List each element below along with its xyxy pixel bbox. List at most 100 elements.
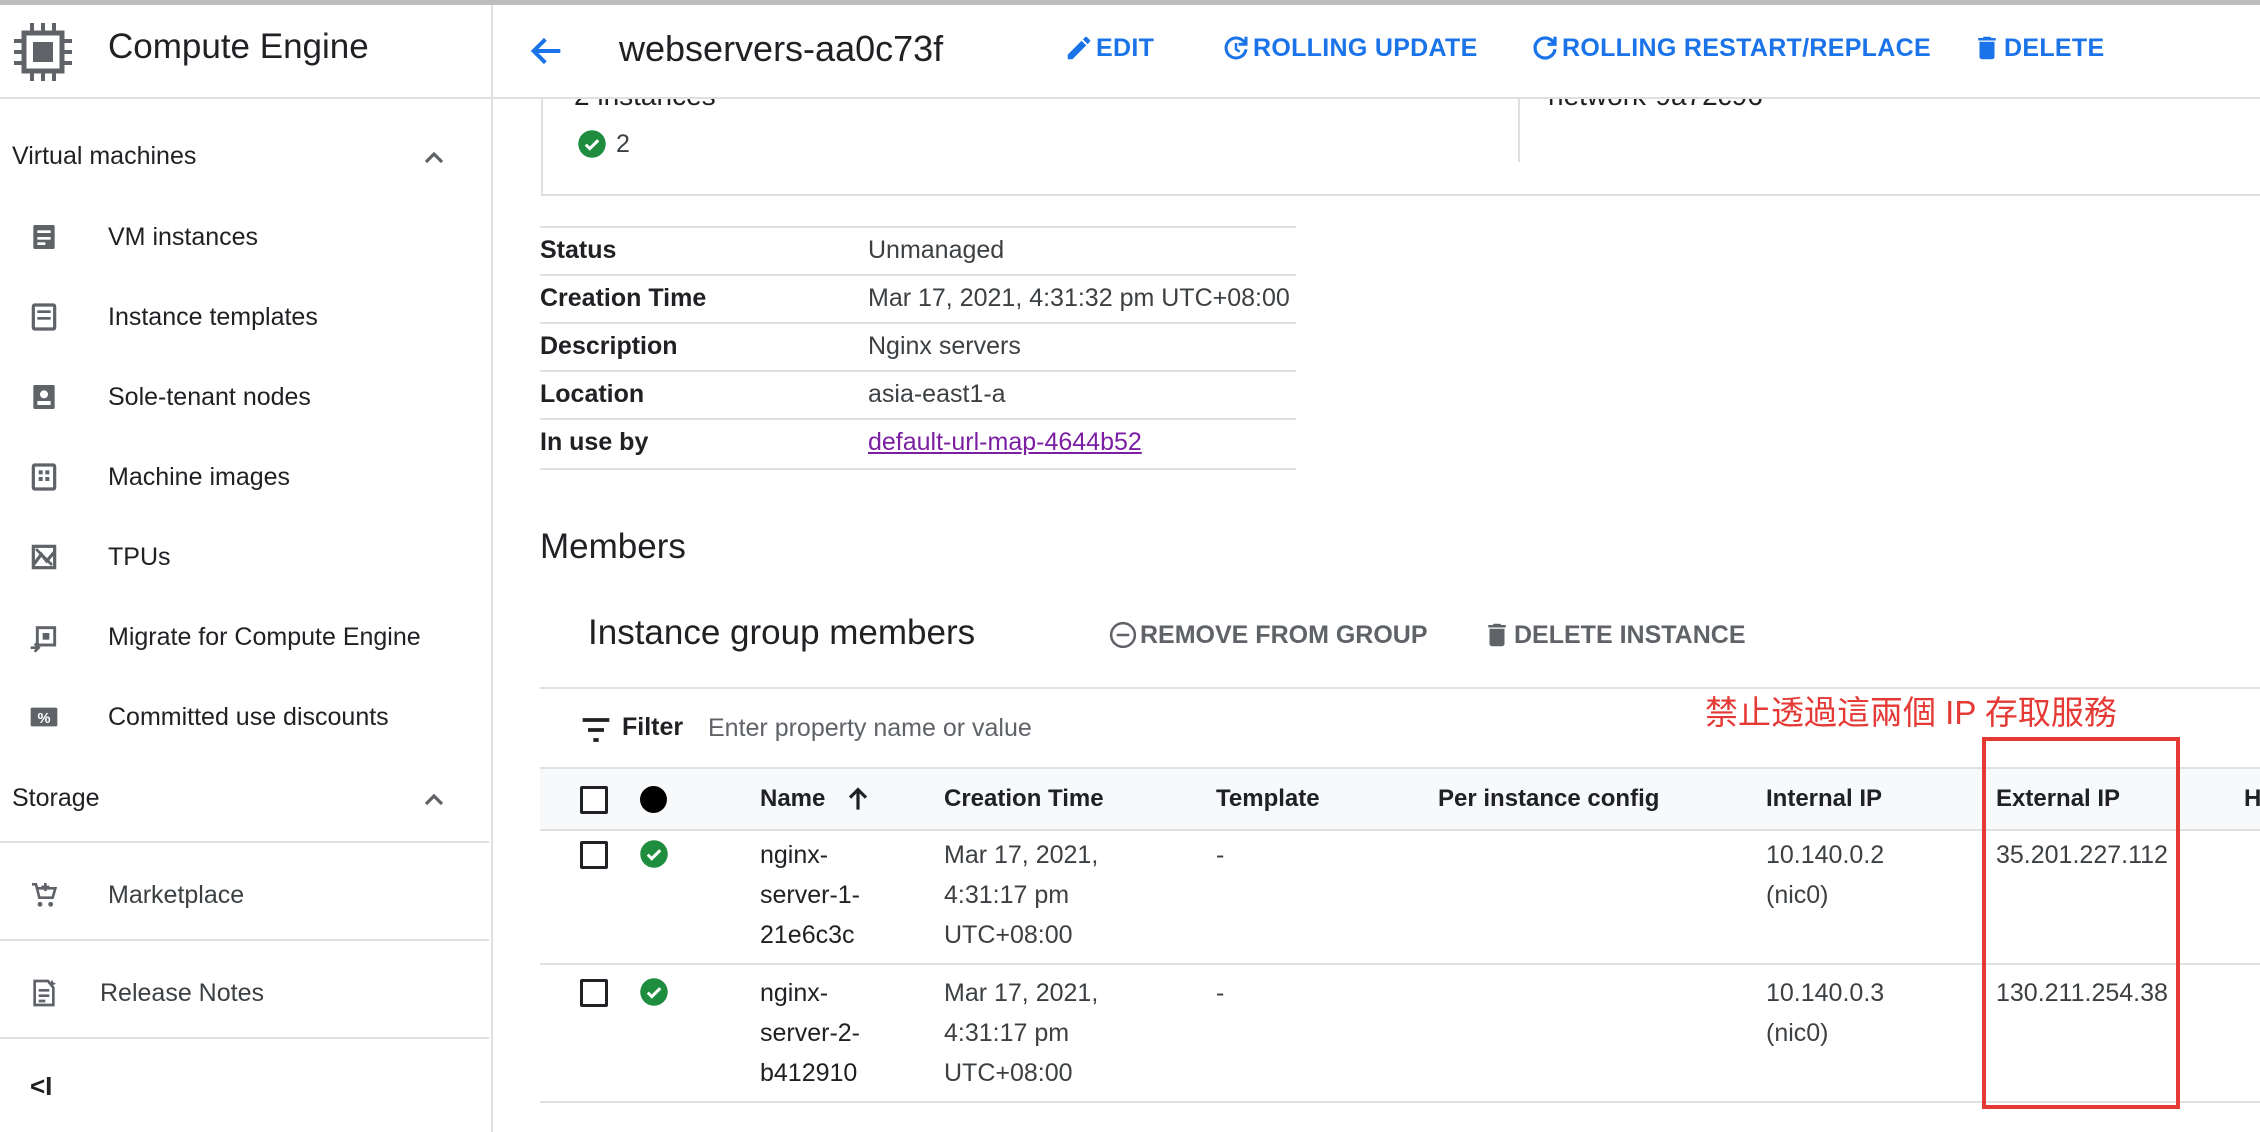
refresh-icon	[1533, 36, 1557, 60]
section-storage[interactable]: Storage	[12, 784, 100, 813]
delete-button[interactable]: DELETE	[1972, 33, 2104, 63]
sidebar-item-label: Marketplace	[108, 881, 245, 909]
remove-from-group-label: REMOVE FROM GROUP	[1140, 620, 1428, 649]
filter-label: Filter	[622, 713, 684, 741]
detail-row-in-use-by: In use by default-url-map-4644b52	[540, 418, 1296, 470]
column-header-name[interactable]: Name	[760, 785, 825, 813]
row-checkbox[interactable]	[580, 841, 608, 869]
sidebar-item-sole-tenant-nodes[interactable]: Sole-tenant nodes	[0, 367, 489, 427]
vm-instances-icon	[33, 225, 55, 249]
filter-input[interactable]	[706, 705, 1410, 751]
sidebar-item-vm-instances[interactable]: VM instances	[0, 207, 489, 267]
divider	[0, 841, 489, 843]
healthy-count: 2	[616, 130, 630, 158]
sidebar-item-committed-use-discounts[interactable]: % Committed use discounts	[0, 687, 489, 747]
sidebar-item-machine-images[interactable]: Machine images	[0, 447, 489, 507]
sidebar-item-label: TPUs	[108, 543, 171, 571]
sidebar: Compute Engine Virtual machines VM insta…	[0, 5, 493, 1132]
detail-value: Mar 17, 2021, 4:31:32 pm UTC+08:00	[868, 284, 1290, 312]
instance-name-link[interactable]: nginx- server-2- b412910	[760, 973, 860, 1093]
sidebar-item-label: Migrate for Compute Engine	[108, 623, 421, 651]
page-title: webservers-aa0c73f	[619, 28, 944, 69]
sidebar-item-label: VM instances	[108, 223, 259, 251]
chevron-up-icon[interactable]	[418, 142, 450, 174]
url-map-link[interactable]: default-url-map-4644b52	[868, 428, 1142, 457]
sidebar-item-label: Release Notes	[100, 979, 264, 1007]
filter-icon	[582, 718, 610, 742]
remove-from-group-button[interactable]: REMOVE FROM GROUP	[1108, 620, 1428, 650]
internal-ip: 10.140.0.3 (nic0)	[1766, 979, 1885, 1047]
detail-row-location: Location asia-east1-a	[540, 370, 1296, 420]
collapse-sidebar-button[interactable]: <I	[30, 1071, 52, 1102]
members-heading: Members	[540, 527, 686, 566]
detail-row-creation-time: Creation Time Mar 17, 2021, 4:31:32 pm U…	[540, 274, 1296, 324]
delete-label: DELETE	[2004, 33, 2105, 62]
sidebar-item-label: Instance templates	[108, 303, 318, 331]
edit-label: EDIT	[1096, 33, 1155, 62]
detail-key: Status	[540, 236, 617, 264]
sidebar-item-label: Committed use discounts	[108, 703, 389, 731]
detail-key: Location	[540, 380, 645, 408]
annotation-highlight-box	[1982, 737, 2180, 1109]
sidebar-item-label: Machine images	[108, 463, 291, 491]
tpu-icon	[31, 544, 57, 570]
sidebar-item-migrate[interactable]: Migrate for Compute Engine	[0, 607, 489, 667]
status-column-icon	[640, 786, 667, 813]
template: -	[1216, 841, 1225, 869]
chevron-up-icon[interactable]	[418, 784, 450, 816]
annotation-text: 禁止透過這兩個 IP 存取服務	[1705, 694, 2117, 731]
detail-row-description: Description Nginx servers	[540, 322, 1296, 372]
divider	[0, 939, 489, 941]
column-header-per-instance-config[interactable]: Per instance config	[1438, 785, 1659, 813]
sort-ascending-icon[interactable]	[842, 783, 874, 815]
check-circle-icon	[640, 840, 668, 868]
divider	[0, 1037, 489, 1039]
sidebar-item-instance-templates[interactable]: Instance templates	[0, 287, 489, 347]
trash-icon	[1488, 623, 1506, 647]
machine-images-icon	[31, 463, 57, 491]
detail-value: Unmanaged	[868, 236, 1005, 264]
migrate-icon	[30, 626, 57, 653]
sidebar-item-marketplace[interactable]: Marketplace	[0, 865, 489, 925]
column-header-creation-time[interactable]: Creation Time	[944, 785, 1104, 813]
instance-name-link[interactable]: nginx- server-1- 21e6c3c	[760, 835, 860, 955]
rolling-restart-button[interactable]: ROLLING RESTART/REPLACE	[1530, 33, 1931, 63]
delete-instance-button[interactable]: DELETE INSTANCE	[1482, 620, 1746, 650]
release-notes-icon	[33, 979, 56, 1007]
instance-group-members-title: Instance group members	[588, 613, 976, 652]
creation-time: Mar 17, 2021, 4:31:17 pm UTC+08:00	[944, 979, 1099, 1087]
remove-circle-icon	[1109, 621, 1137, 649]
creation-time: Mar 17, 2021, 4:31:17 pm UTC+08:00	[944, 841, 1099, 949]
template: -	[1216, 979, 1225, 1007]
discount-icon: %	[30, 707, 58, 727]
back-arrow-icon[interactable]	[527, 31, 567, 71]
detail-key: In use by	[540, 428, 649, 456]
sidebar-item-tpus[interactable]: TPUs	[0, 527, 489, 587]
sidebar-item-label: Sole-tenant nodes	[108, 383, 311, 411]
header-bar: webservers-aa0c73f EDIT ROLLING UPDATE R…	[493, 5, 2260, 99]
detail-value: Nginx servers	[868, 332, 1021, 360]
cart-icon	[32, 883, 58, 907]
svg-text:%: %	[37, 711, 50, 727]
detail-key: Creation Time	[540, 284, 707, 312]
select-all-checkbox[interactable]	[580, 786, 608, 814]
sole-tenant-icon	[33, 385, 55, 409]
sidebar-item-release-notes[interactable]: Release Notes	[0, 963, 489, 1023]
rolling-update-button[interactable]: ROLLING UPDATE	[1221, 33, 1478, 63]
app-title: Compute Engine	[108, 27, 369, 66]
refresh-clock-icon	[1224, 36, 1248, 60]
check-circle-icon	[640, 978, 668, 1006]
section-virtual-machines[interactable]: Virtual machines	[12, 142, 196, 171]
column-header-template[interactable]: Template	[1216, 785, 1320, 813]
trash-icon	[1978, 36, 1996, 60]
detail-row-status: Status Unmanaged	[540, 226, 1296, 276]
row-checkbox[interactable]	[580, 979, 608, 1007]
delete-instance-label: DELETE INSTANCE	[1514, 620, 1746, 649]
pencil-icon	[1067, 36, 1091, 60]
edit-button[interactable]: EDIT	[1064, 33, 1154, 63]
check-circle-icon	[578, 130, 606, 158]
column-header-truncated[interactable]: H	[2244, 785, 2260, 813]
internal-ip: 10.140.0.2 (nic0)	[1766, 841, 1885, 909]
column-header-internal-ip[interactable]: Internal IP	[1766, 785, 1882, 813]
instance-templates-icon	[31, 303, 57, 331]
